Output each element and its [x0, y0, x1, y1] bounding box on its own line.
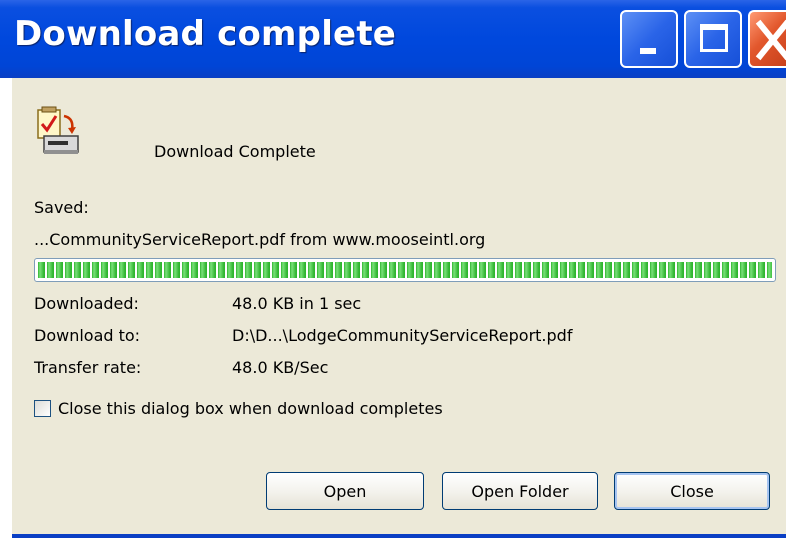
transfer-rate-label: Transfer rate: — [34, 358, 142, 377]
dialog-body: Download Complete Saved: ...CommunitySer… — [12, 78, 786, 534]
minimize-button[interactable] — [620, 10, 678, 68]
window-title: Download complete — [14, 14, 397, 54]
autoclose-label[interactable]: Close this dialog box when download comp… — [58, 399, 443, 418]
autoclose-checkbox[interactable] — [34, 400, 51, 417]
minimize-icon — [640, 48, 656, 54]
downloaded-label: Downloaded: — [34, 294, 139, 313]
close-window-button[interactable] — [748, 10, 786, 68]
saved-detail: ...CommunityServiceReport.pdf from www.m… — [34, 230, 486, 249]
maximize-icon — [700, 24, 728, 52]
transfer-rate-value: 48.0 KB/Sec — [232, 358, 329, 377]
close-button[interactable]: Close — [614, 472, 770, 510]
download-to-value: D:\D...\LodgeCommunityServiceReport.pdf — [232, 326, 573, 345]
title-bar[interactable]: Download complete — [0, 0, 786, 78]
download-to-label: Download to: — [34, 326, 141, 345]
open-folder-button[interactable]: Open Folder — [442, 472, 598, 510]
status-message: Download Complete — [154, 142, 316, 161]
progress-fill — [38, 262, 772, 278]
window-bottom-border — [12, 534, 786, 538]
download-dialog: Download complete Download Complete Save… — [0, 0, 786, 538]
downloaded-value: 48.0 KB in 1 sec — [232, 294, 362, 313]
saved-label: Saved: — [34, 198, 89, 217]
close-icon — [755, 19, 786, 61]
download-complete-icon — [37, 106, 79, 154]
open-button[interactable]: Open — [266, 472, 424, 510]
progress-bar — [34, 258, 776, 282]
maximize-button[interactable] — [684, 10, 742, 68]
